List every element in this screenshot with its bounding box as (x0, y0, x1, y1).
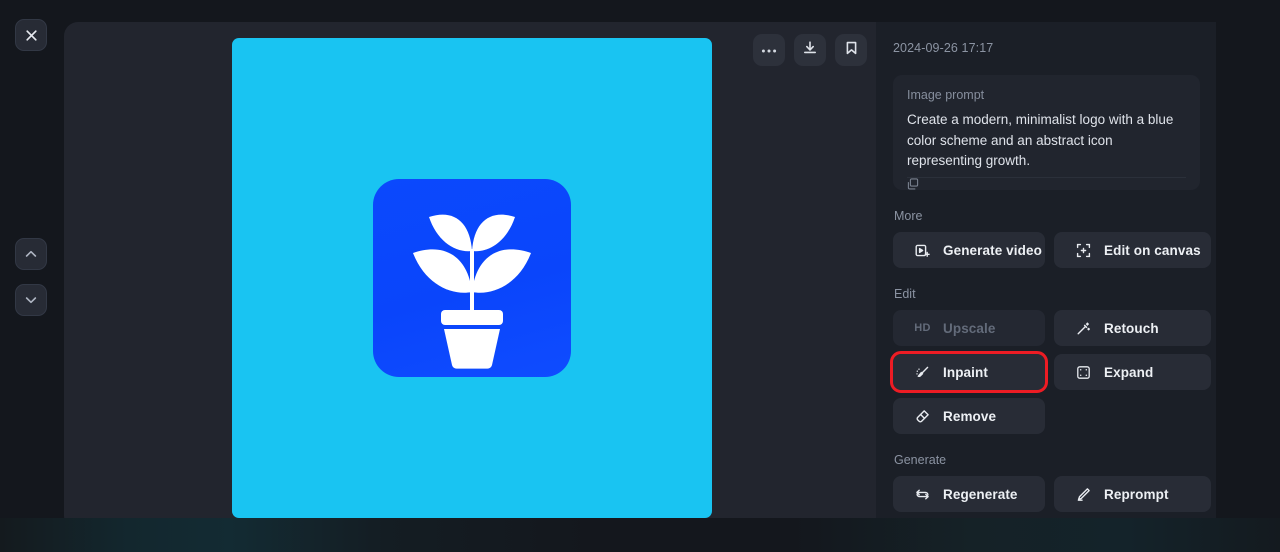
expand-button[interactable]: Expand (1054, 354, 1211, 390)
image-detail-screen: 2024-09-26 17:17 Image prompt Create a m… (0, 0, 1280, 552)
edit-on-canvas-label: Edit on canvas (1104, 242, 1201, 258)
expand-frame-icon (1075, 365, 1092, 380)
info-panel: 2024-09-26 17:17 Image prompt Create a m… (876, 22, 1216, 530)
logo-tile (373, 179, 571, 377)
generate-actions-grid: Regenerate Reprompt (893, 476, 1211, 512)
expand-label: Expand (1104, 364, 1154, 380)
chevron-up-icon (24, 247, 38, 261)
download-icon (802, 40, 818, 61)
section-title-edit: Edit (894, 287, 916, 301)
section-title-generate: Generate (894, 453, 947, 467)
retouch-label: Retouch (1104, 320, 1159, 336)
generate-video-label: Generate video (943, 242, 1042, 258)
reprompt-button[interactable]: Reprompt (1054, 476, 1211, 512)
bookmark-icon (844, 40, 859, 61)
close-icon (25, 29, 38, 42)
regenerate-button[interactable]: Regenerate (893, 476, 1045, 512)
upscale-button: HD Upscale (893, 310, 1045, 346)
download-button[interactable] (794, 34, 826, 66)
more-actions-grid: Generate video Edit on canvas (893, 232, 1211, 268)
image-toolbar (753, 34, 867, 66)
prompt-label: Image prompt (907, 88, 985, 102)
left-rail (0, 0, 64, 552)
canvas-transform-icon (1075, 243, 1092, 258)
prompt-text: Create a modern, minimalist logo with a … (907, 112, 1174, 168)
inpaint-button[interactable]: Inpaint (890, 351, 1048, 393)
refresh-icon (914, 487, 931, 502)
video-plus-icon (914, 243, 931, 258)
retouch-button[interactable]: Retouch (1054, 310, 1211, 346)
regenerate-label: Regenerate (943, 486, 1018, 502)
previous-image-button[interactable] (15, 238, 47, 270)
chevron-down-icon (24, 293, 38, 307)
inpaint-label: Inpaint (943, 364, 988, 380)
card-divider (907, 177, 1186, 178)
generate-video-button[interactable]: Generate video (893, 232, 1045, 268)
magic-wand-icon (1075, 321, 1092, 336)
upscale-label: Upscale (943, 320, 996, 336)
copy-icon[interactable] (907, 177, 919, 191)
reprompt-label: Reprompt (1104, 486, 1169, 502)
prompt-card: Image prompt Create a modern, minimalist… (893, 75, 1200, 190)
created-timestamp: 2024-09-26 17:17 (893, 41, 994, 55)
section-title-more: More (894, 209, 923, 223)
more-options-button[interactable] (753, 34, 785, 66)
edit-actions-grid: HD Upscale Retouch Inpaint Expand Remove (890, 310, 1211, 434)
paint-brush-icon (914, 365, 931, 380)
edit-on-canvas-button[interactable]: Edit on canvas (1054, 232, 1211, 268)
ellipsis-icon (761, 41, 777, 59)
remove-label: Remove (943, 408, 997, 424)
next-image-button[interactable] (15, 284, 47, 316)
pencil-icon (1075, 487, 1092, 502)
remove-button[interactable]: Remove (893, 398, 1045, 434)
bookmark-button[interactable] (835, 34, 867, 66)
close-button[interactable] (15, 19, 47, 51)
generated-image[interactable] (232, 38, 712, 518)
eraser-icon (914, 409, 931, 424)
hd-icon: HD (914, 322, 931, 334)
image-stage[interactable] (232, 38, 712, 518)
